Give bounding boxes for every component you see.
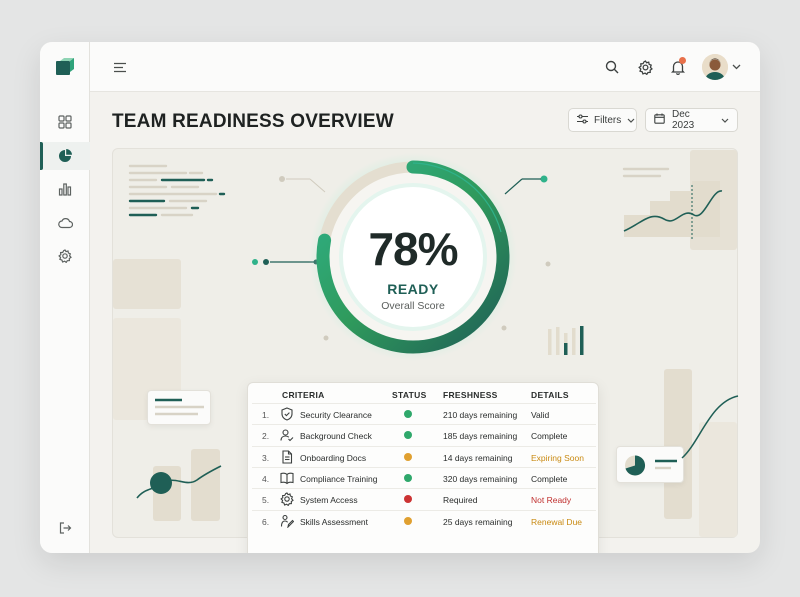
dashboard-icon[interactable] xyxy=(55,112,75,132)
curve-decoration xyxy=(681,395,739,459)
notification-badge xyxy=(679,57,686,64)
mini-line-chart-decoration xyxy=(136,465,222,499)
readiness-gauge: 78% READY Overall Score xyxy=(308,152,518,362)
row-number: 1. xyxy=(262,410,270,420)
top-bar xyxy=(90,42,760,92)
filters-label: Filters xyxy=(594,114,622,126)
user-check-icon xyxy=(280,428,294,442)
sidebar xyxy=(40,42,90,553)
table-row[interactable]: 5. System Access Required Not Ready xyxy=(252,488,596,509)
header-criteria: CRITERIA xyxy=(282,390,325,400)
table-row[interactable]: 4. Compliance Training 320 days remaining C… xyxy=(252,466,596,488)
readiness-status: READY xyxy=(387,281,439,297)
gear-icon[interactable] xyxy=(635,57,655,77)
skills-icon xyxy=(280,514,295,529)
notification-bell-icon[interactable] xyxy=(668,57,688,77)
pie-chart-icon[interactable] xyxy=(55,146,75,166)
floating-note-card xyxy=(147,390,211,425)
filters-button[interactable]: Filters xyxy=(568,108,637,132)
app-logo[interactable] xyxy=(56,58,74,76)
status-indicator xyxy=(404,473,412,482)
search-icon[interactable] xyxy=(602,57,622,77)
chevron-down-icon xyxy=(721,115,729,126)
detail-status: Complete xyxy=(531,431,568,442)
row-number: 5. xyxy=(262,495,270,506)
table-row[interactable]: 2. Background Check 185 days remaining Comp… xyxy=(252,424,596,445)
row-number: 3. xyxy=(262,452,270,463)
status-indicator xyxy=(404,495,412,504)
settings-icon[interactable] xyxy=(55,246,75,266)
freshness-value: 25 days remaining xyxy=(443,516,513,527)
avatar[interactable] xyxy=(702,54,728,80)
freshness-value: 320 days remaining xyxy=(443,473,518,484)
sliders-icon xyxy=(577,113,588,127)
criteria-name: Security Clearance xyxy=(300,410,372,420)
status-indicator xyxy=(404,431,412,440)
criteria-name: Compliance Training xyxy=(300,473,378,484)
header-status: STATUS xyxy=(392,390,427,400)
page-title: TEAM READINESS OVERVIEW xyxy=(112,111,394,132)
criteria-name: Skills Assessment xyxy=(300,516,369,527)
criteria-name: System Access xyxy=(300,495,358,506)
header-freshness: FRESHNESS xyxy=(443,390,498,400)
status-indicator xyxy=(404,410,412,418)
folder-shape xyxy=(113,259,181,309)
freshness-value: 14 days remaining xyxy=(443,452,513,463)
chevron-down-icon xyxy=(627,115,635,126)
row-number: 2. xyxy=(262,431,270,442)
row-number: 6. xyxy=(262,516,270,527)
gear-icon xyxy=(280,492,294,507)
table-row[interactable]: 1. Security Clearance 210 days remaining Va… xyxy=(252,403,596,424)
floating-pie-card xyxy=(616,446,684,483)
sidebar-active-indicator xyxy=(40,142,43,170)
date-picker[interactable]: Dec 2023 xyxy=(645,108,738,132)
detail-status: Not Ready xyxy=(531,495,572,506)
freshness-value: Required xyxy=(443,495,478,506)
freshness-value: 210 days remaining xyxy=(443,410,518,420)
calendar-icon xyxy=(654,113,665,127)
status-indicator xyxy=(404,452,412,461)
chevron-down-icon[interactable] xyxy=(730,57,742,77)
row-number: 4. xyxy=(262,473,270,484)
date-label: Dec 2023 xyxy=(672,109,695,131)
overall-score-caption: Overall Score xyxy=(381,300,445,312)
status-indicator xyxy=(404,516,412,525)
document-icon xyxy=(280,450,294,464)
logout-icon[interactable] xyxy=(55,518,75,538)
criteria-name: Onboarding Docs xyxy=(300,452,367,463)
overall-score-value: 78% xyxy=(368,223,458,275)
detail-status: Valid xyxy=(531,410,550,420)
header-details: DETAILS xyxy=(531,390,569,400)
code-lines-decoration xyxy=(128,164,226,217)
freshness-value: 185 days remaining xyxy=(443,431,518,442)
app-window: TEAM READINESS OVERVIEW Filters Dec 2023 xyxy=(40,42,760,553)
cloud-icon[interactable] xyxy=(55,213,75,233)
table-row[interactable]: 6. Skills Assessment 25 days remaining Rene… xyxy=(252,509,596,531)
trend-decoration xyxy=(622,167,723,239)
book-icon xyxy=(280,471,294,485)
table-row[interactable]: 3. Onboarding Docs 14 days remaining Expiri… xyxy=(252,445,596,467)
detail-status: Renewal Due xyxy=(531,516,583,527)
criteria-table: CRITERIA STATUS FRESHNESS DETAILS 1. Secu… xyxy=(247,382,599,553)
criteria-name: Background Check xyxy=(300,431,372,442)
detail-status: Complete xyxy=(531,473,568,484)
shield-icon xyxy=(280,407,294,421)
menu-icon[interactable] xyxy=(110,57,130,77)
bar-chart-icon[interactable] xyxy=(55,179,75,199)
detail-status: Expiring Soon xyxy=(531,452,584,463)
